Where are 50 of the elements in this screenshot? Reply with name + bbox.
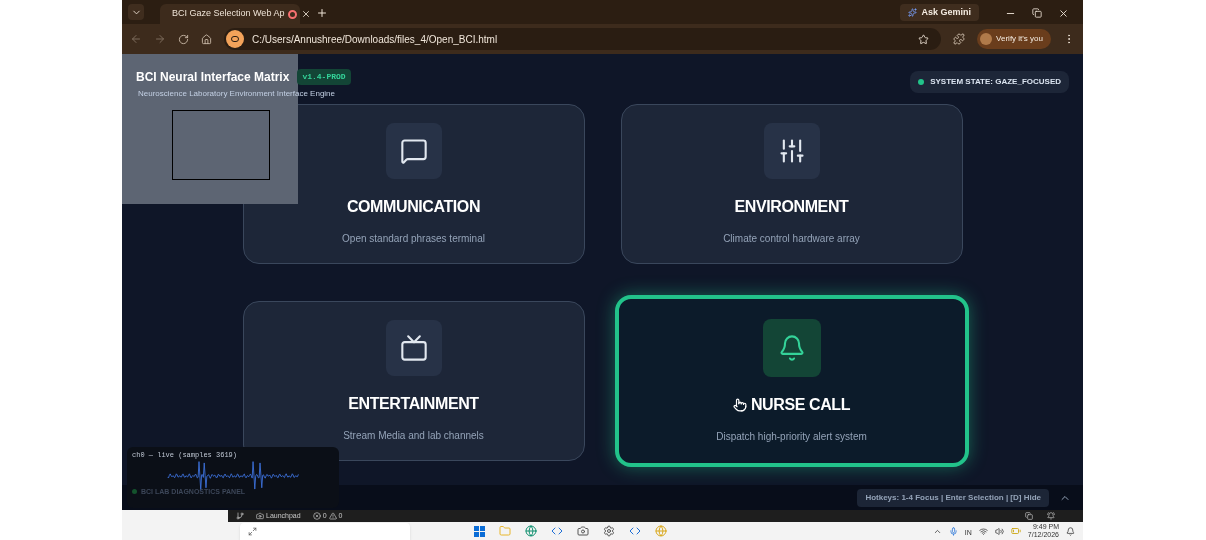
code-editor-icon[interactable] xyxy=(629,525,641,537)
tab-title: BCI Gaze Selection Web Ap xyxy=(172,7,285,21)
settings-icon[interactable] xyxy=(603,525,615,537)
expand-icon[interactable] xyxy=(248,527,257,536)
menu-card[interactable]: NURSE CALL Dispatch high-priority alert system xyxy=(614,295,969,467)
menu-card[interactable]: ENVIRONMENT Climate control hardware array xyxy=(620,104,963,264)
remote-icon[interactable] xyxy=(236,512,244,520)
code-editor-icon[interactable] xyxy=(551,525,563,537)
sliders-icon xyxy=(763,122,820,179)
profile-button[interactable]: Verify it's you xyxy=(977,29,1051,49)
hand-cursor-icon xyxy=(732,397,747,412)
card-description: Climate control hardware array xyxy=(723,231,860,246)
extensions-icon[interactable] xyxy=(953,33,966,45)
close-icon[interactable] xyxy=(301,9,312,19)
card-description: Open standard phrases terminal xyxy=(342,231,485,246)
windows-logo-icon[interactable] xyxy=(474,525,485,537)
warning-icon xyxy=(328,512,337,520)
microphone-icon[interactable] xyxy=(948,526,958,536)
notification-icon[interactable] xyxy=(1066,526,1075,536)
wifi-icon[interactable] xyxy=(978,526,988,536)
app-title: BCI Neural Interface Matrix xyxy=(136,69,290,86)
card-title: NURSE CALL xyxy=(750,394,851,415)
ask-gemini-button[interactable]: Ask Gemini xyxy=(900,4,979,21)
card-description: Dispatch high-priority alert system xyxy=(716,429,867,444)
card-title: ENVIRONMENT xyxy=(734,196,849,217)
address-text: C:/Users/Annushree/Downloads/files_4/Open_BCI.html xyxy=(252,32,499,47)
bell-icon xyxy=(762,318,821,377)
system-state-text: SYSTEM STATE: GAZE_FOCUSED xyxy=(930,76,1061,88)
card-title: COMMUNICATION xyxy=(346,196,481,217)
recording-icon xyxy=(288,9,298,19)
tv-icon xyxy=(385,319,442,376)
tab-list-button[interactable] xyxy=(128,4,144,20)
notification-icon[interactable] xyxy=(1047,512,1055,520)
new-tab-icon[interactable] xyxy=(316,7,328,19)
chat-bubble-icon xyxy=(385,122,442,179)
menu-card[interactable]: ENTERTAINMENT Stream Media and lab channels xyxy=(242,301,585,461)
restore-icon[interactable] xyxy=(1032,8,1042,18)
version-badge: v1.4-PROD xyxy=(297,69,351,85)
speaker-icon[interactable] xyxy=(994,526,1004,536)
address-bar[interactable]: C:/Users/Annushree/Downloads/files_4/Open_BCI.html xyxy=(224,28,942,50)
home-icon[interactable] xyxy=(201,33,212,45)
reload-icon[interactable] xyxy=(178,33,189,45)
close-icon[interactable] xyxy=(1058,8,1069,19)
bookmark-star-icon[interactable] xyxy=(918,33,930,45)
hotkeys-hint: Hotkeys: 1-4 Focus | Enter Selection | [D] Hide xyxy=(857,488,1049,507)
error-icon xyxy=(312,512,321,520)
globe-icon[interactable] xyxy=(525,525,537,537)
card-description: Stream Media and lab channels xyxy=(343,428,484,443)
card-title: ENTERTAINMENT xyxy=(348,393,479,414)
sparkle-icon xyxy=(908,8,918,17)
